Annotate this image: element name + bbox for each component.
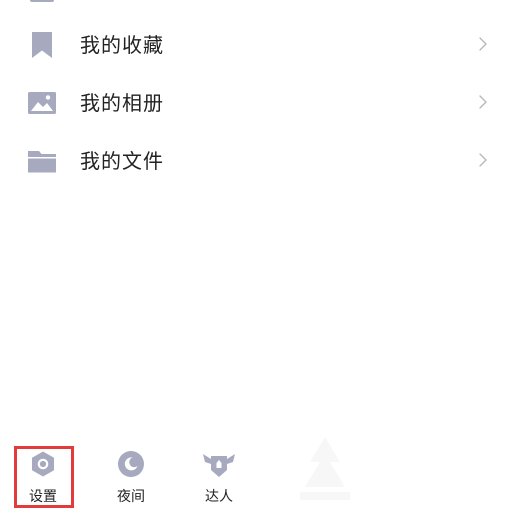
tab-label: 达人 [205, 489, 233, 505]
menu-item-label: 我的收藏 [80, 33, 164, 57]
bookmark-icon [28, 31, 56, 59]
menu-item-label: 我的文件 [80, 149, 164, 173]
menu-item-album[interactable]: 我的相册 [0, 74, 512, 132]
chevron-right-icon [476, 90, 490, 114]
menu-list: 我的收藏 我的相册 我的文件 [0, 16, 512, 190]
profile-page: 我的收藏 我的相册 我的文件 设置 夜间 达人 [0, 0, 512, 518]
bottom-toolbar: 设置 夜间 达人 [0, 440, 512, 518]
chevron-right-icon [476, 148, 490, 172]
tab-expert[interactable]: 达人 [191, 450, 247, 508]
settings-hexagon-icon [29, 450, 57, 478]
tab-label: 设置 [29, 489, 57, 505]
image-icon [28, 89, 56, 117]
moon-icon [117, 450, 145, 478]
tab-settings[interactable]: 设置 [15, 450, 71, 508]
expert-badge-icon [203, 450, 235, 478]
partial-icon [30, 0, 54, 2]
tab-label: 夜间 [117, 489, 145, 505]
chevron-right-icon [476, 32, 490, 56]
menu-item-label: 我的相册 [80, 91, 164, 115]
folder-icon [28, 147, 56, 175]
menu-item-files[interactable]: 我的文件 [0, 132, 512, 190]
tab-night-mode[interactable]: 夜间 [103, 450, 159, 508]
menu-item-favorites[interactable]: 我的收藏 [0, 16, 512, 74]
